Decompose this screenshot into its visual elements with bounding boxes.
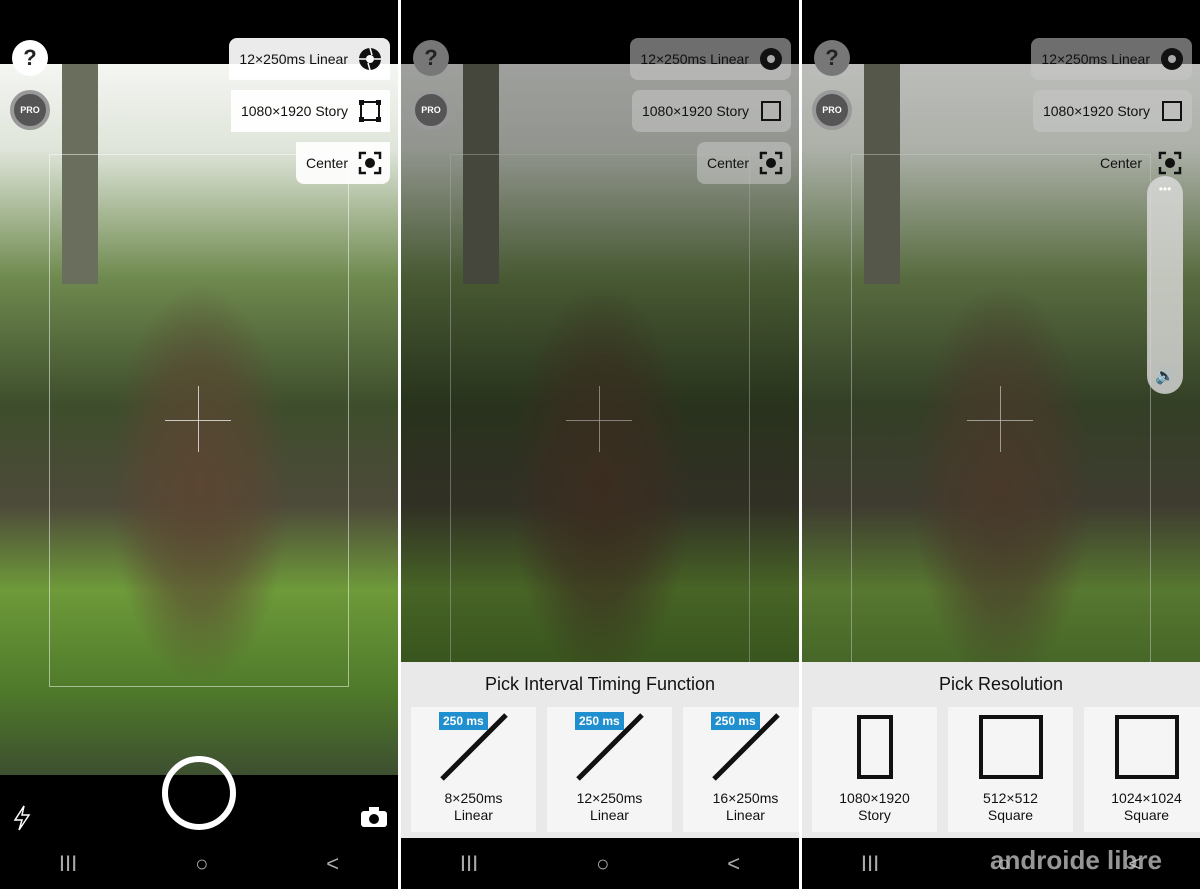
help-button[interactable]: ?	[413, 40, 449, 76]
recents-button[interactable]: III	[460, 851, 478, 877]
timing-option[interactable]: 250 ms 12×250ms Linear	[547, 707, 672, 832]
resolution-chip[interactable]: 1080×1920 Story	[1032, 90, 1192, 132]
timing-label: 12×250ms Linear	[1041, 51, 1150, 67]
pro-button[interactable]: PRO	[812, 90, 852, 130]
crop-frame-icon	[1162, 101, 1182, 121]
resolution-chip[interactable]: 1080×1920 Story	[631, 90, 791, 132]
portrait-frame-icon	[857, 715, 893, 779]
square-frame-icon	[1115, 715, 1179, 779]
option-function: Linear	[454, 807, 493, 823]
recents-button[interactable]: III	[861, 851, 879, 877]
home-button[interactable]: ○	[596, 851, 609, 877]
option-type: Story	[858, 807, 891, 823]
timing-chip[interactable]: 12×250ms Linear	[229, 38, 390, 80]
square-frame-icon	[979, 715, 1043, 779]
timing-option[interactable]: 250 ms 16×250ms Linear	[683, 707, 799, 832]
option-function: Linear	[726, 807, 765, 823]
resolution-option[interactable]: 1080×1920 Story	[812, 707, 937, 832]
focus-center-icon	[759, 151, 783, 175]
shutter-button[interactable]	[162, 756, 236, 830]
home-button[interactable]: ○	[195, 851, 208, 877]
option-size: 1080×1920	[839, 790, 910, 806]
aperture-icon	[1161, 48, 1183, 70]
resolution-label: 1080×1920 Story	[240, 103, 348, 119]
focus-center-icon	[1158, 151, 1182, 175]
timing-sheet: Pick Interval Timing Function 250 ms 8×25…	[401, 662, 799, 838]
timing-label: 12×250ms Linear	[239, 51, 348, 67]
crop-frame-icon	[761, 101, 781, 121]
crosshair-v	[198, 386, 199, 452]
crop-frame-icon	[359, 100, 381, 122]
resolution-chip[interactable]: 1080×1920 Story	[230, 90, 390, 132]
focus-chip[interactable]: Center	[696, 142, 791, 184]
flash-icon[interactable]	[12, 805, 32, 831]
option-type: Square	[987, 807, 1034, 823]
system-nav: III ○ <	[0, 838, 398, 889]
timing-chip[interactable]: 12×250ms Linear	[630, 38, 791, 80]
focus-label: Center	[1099, 155, 1142, 171]
recents-button[interactable]: III	[59, 851, 77, 877]
volume-slider[interactable]: ••• 🔊	[1147, 176, 1183, 394]
aperture-icon	[359, 47, 381, 71]
more-icon[interactable]: •••	[1147, 182, 1183, 196]
watermark-logo: androide libre	[990, 845, 1162, 875]
resolution-sheet: Pick Resolution 1080×1920 Story 512×512 Sq…	[802, 662, 1200, 838]
option-type: Square	[1123, 807, 1170, 823]
switch-camera-icon[interactable]	[361, 807, 387, 827]
option-size: 1024×1024	[1111, 790, 1182, 806]
timing-option[interactable]: 250 ms 8×250ms Linear	[411, 707, 536, 832]
resolution-label: 1080×1920 Story	[1042, 103, 1150, 119]
interval-badge: 250 ms	[711, 712, 760, 730]
focus-chip[interactable]: Center	[1090, 142, 1150, 184]
help-button[interactable]: ?	[12, 40, 48, 76]
timing-chip[interactable]: 12×250ms Linear	[1031, 38, 1192, 80]
option-count: 16×250ms	[712, 790, 779, 806]
timing-label: 12×250ms Linear	[640, 51, 749, 67]
resolution-label: 1080×1920 Story	[641, 103, 749, 119]
pro-button[interactable]: PRO	[10, 90, 50, 130]
resolution-picker-screen: ? PRO 12×250ms Linear 1080×1920 Story Ce…	[802, 0, 1200, 889]
back-button[interactable]: <	[727, 851, 740, 877]
aperture-icon	[760, 48, 782, 70]
help-button[interactable]: ?	[814, 40, 850, 76]
option-count: 12×250ms	[576, 790, 643, 806]
back-button[interactable]: <	[326, 851, 339, 877]
timing-picker-screen: ? PRO 12×250ms Linear 1080×1920 Story Ce…	[401, 0, 799, 889]
resolution-option[interactable]: 512×512 Square	[948, 707, 1073, 832]
option-count: 8×250ms	[444, 790, 503, 806]
option-size: 512×512	[983, 790, 1038, 806]
system-nav: III ○ <	[401, 838, 799, 889]
focus-label: Center	[706, 155, 749, 171]
focus-label: Center	[305, 155, 348, 171]
volume-icon[interactable]: 🔊	[1147, 366, 1183, 386]
focus-chip[interactable]: Center	[295, 142, 390, 184]
sheet-title: Pick Resolution	[938, 674, 1064, 694]
resolution-option[interactable]: 1024×1024 Square	[1084, 707, 1200, 832]
sheet-title: Pick Interval Timing Function	[484, 674, 716, 694]
focus-center-icon	[358, 151, 382, 175]
interval-badge: 250 ms	[575, 712, 624, 730]
interval-badge: 250 ms	[439, 712, 488, 730]
pro-button[interactable]: PRO	[411, 90, 451, 130]
option-function: Linear	[590, 807, 629, 823]
camera-screen: ? PRO 12×250ms Linear 1080×1920 Story Ce…	[0, 0, 398, 889]
